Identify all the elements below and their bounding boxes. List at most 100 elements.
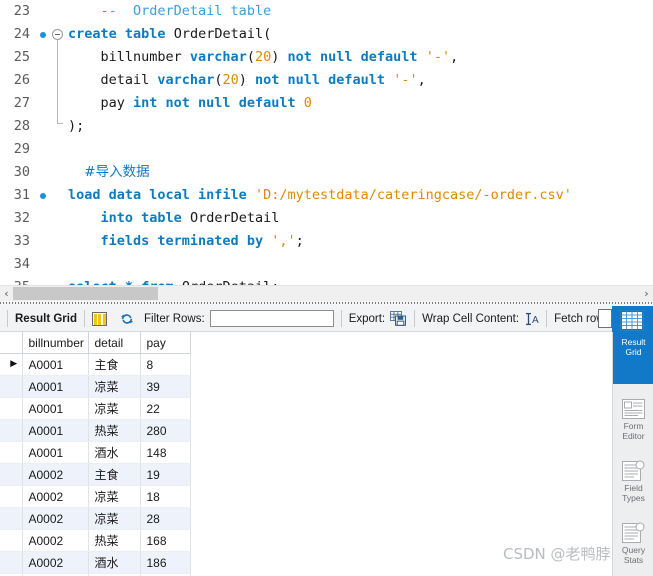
row-selector-cell[interactable] — [0, 507, 23, 530]
code-line[interactable]: 24 create table OrderDetail( — [0, 23, 653, 124]
cell-billnumber[interactable]: A0001 — [22, 441, 89, 464]
table-row[interactable]: A0002 凉菜 28 — [0, 507, 191, 530]
cell-billnumber[interactable]: A0002 — [22, 551, 89, 574]
table-row[interactable]: A0001 酒水 148 — [0, 441, 191, 464]
table-row[interactable]: A0002 热菜 168 — [0, 529, 191, 552]
cell-pay[interactable]: 8 — [140, 353, 191, 376]
row-selector-cell[interactable] — [0, 441, 23, 464]
cell-billnumber[interactable]: A0001 — [22, 375, 89, 398]
column-header-pay[interactable]: pay — [140, 332, 191, 354]
cell-billnumber[interactable]: A0002 — [22, 463, 89, 486]
scrollbar-thumb[interactable] — [13, 287, 158, 300]
row-selector-cell[interactable] — [0, 419, 23, 442]
cell-pay[interactable]: 28 — [140, 507, 191, 530]
code-token: 20 — [254, 49, 272, 65]
cell-detail[interactable]: 酒水 — [88, 441, 141, 464]
code-token: #导入数据 — [84, 164, 150, 180]
cell-billnumber[interactable]: A0001 — [22, 353, 89, 376]
cell-detail[interactable]: 凉菜 — [88, 507, 141, 530]
cell-detail[interactable]: 凉菜 — [88, 485, 141, 508]
cell-billnumber[interactable]: A0001 — [22, 397, 89, 420]
cell-billnumber[interactable]: A0001 — [22, 419, 89, 442]
table-row[interactable]: A0002 主食 19 — [0, 463, 191, 486]
cell-detail[interactable]: 凉菜 — [88, 375, 141, 398]
grid-icon[interactable] — [91, 311, 107, 326]
row-selector-cell[interactable] — [0, 485, 23, 508]
fold-collapse-icon[interactable] — [52, 29, 63, 40]
sql-editor[interactable]: 23 -- OrderDetail table 24 create table Or… — [0, 0, 653, 285]
row-selector-cell[interactable] — [0, 529, 23, 552]
scroll-right-arrow-icon[interactable]: › — [640, 286, 653, 301]
table-row[interactable]: A0001 热菜 280 — [0, 419, 191, 442]
cell-pay[interactable]: 19 — [140, 463, 191, 486]
cell-detail[interactable]: 主食 — [88, 353, 141, 376]
refresh-icon[interactable] — [119, 312, 135, 326]
code-line[interactable]: 25 billnumber varchar(20) not null defau… — [0, 46, 653, 69]
code-token: '-' — [393, 72, 418, 88]
table-row[interactable]: A0002 凉菜 18 — [0, 485, 191, 508]
wrap-text-icon[interactable]: A — [525, 312, 539, 326]
toolbar-divider — [414, 310, 416, 327]
code-line[interactable]: 31 load data local infile 'D:/mytestdata/… — [0, 184, 653, 207]
cell-pay[interactable]: 22 — [140, 397, 191, 420]
sidebar-item-query-stats[interactable]: Query Stats — [613, 508, 653, 570]
table-row[interactable]: A0001 凉菜 22 — [0, 397, 191, 420]
statement-marker-icon[interactable] — [40, 32, 46, 38]
sidebar-item-result-grid[interactable]: Result Grid — [613, 332, 653, 384]
wrap-cell-content-label: Wrap Cell Content: — [422, 312, 520, 325]
result-table: billnumber detail pay ▶ A0001 主食 8 A0001 凉菜 39… — [0, 332, 191, 576]
cell-pay[interactable]: 39 — [140, 375, 191, 398]
cell-detail[interactable]: 主食 — [88, 463, 141, 486]
cell-pay[interactable]: 18 — [140, 485, 191, 508]
row-selector-cell[interactable]: ▶ — [0, 353, 23, 376]
sidebar-item-form-editor[interactable]: Form Editor — [613, 384, 653, 446]
cell-billnumber[interactable]: A0002 — [22, 507, 89, 530]
editor-horizontal-scrollbar[interactable]: ‹ › — [0, 285, 653, 301]
code-line[interactable]: 28); — [0, 115, 653, 138]
code-line[interactable]: 30 #导入数据 — [0, 161, 653, 184]
code-line[interactable]: 34 — [0, 253, 653, 276]
table-row[interactable]: A0001 凉菜 39 — [0, 375, 191, 398]
code-line[interactable]: 27 pay int not null default 0 — [0, 92, 653, 115]
cell-billnumber[interactable]: A0002 — [22, 485, 89, 508]
toolbar-box-frame[interactable] — [598, 309, 612, 328]
code-token: into — [100, 210, 134, 226]
cell-detail[interactable]: 凉菜 — [88, 397, 141, 420]
line-number: 31 — [13, 187, 30, 203]
code-line[interactable]: 23 -- OrderDetail table — [0, 0, 653, 23]
cell-pay[interactable]: 168 — [140, 529, 191, 552]
cell-detail[interactable]: 酒水 — [88, 551, 141, 574]
filter-rows-input[interactable] — [209, 310, 334, 327]
code-line[interactable]: 32 into table OrderDetail — [0, 207, 653, 230]
row-selector-cell[interactable] — [0, 397, 23, 420]
export-save-icon[interactable] — [390, 311, 407, 326]
table-row[interactable]: ▶ A0001 主食 8 — [0, 353, 191, 376]
sidebar-item-field-types[interactable]: Field Types — [613, 446, 653, 508]
result-grid[interactable]: billnumber detail pay ▶ A0001 主食 8 A0001 凉菜 39… — [0, 332, 612, 576]
cell-detail[interactable]: 热菜 — [88, 419, 141, 442]
statement-marker-icon[interactable] — [40, 193, 46, 199]
line-number: 28 — [13, 118, 30, 134]
scroll-left-arrow-icon[interactable]: ‹ — [0, 286, 13, 301]
code-line[interactable]: 29 — [0, 138, 653, 161]
result-grid-tab-icon[interactable] — [612, 306, 653, 332]
query-stats-icon — [613, 522, 653, 544]
cell-pay[interactable]: 280 — [140, 419, 191, 442]
code-token: load data local infile — [68, 187, 247, 203]
row-selector-cell[interactable] — [0, 375, 23, 398]
line-number: 29 — [13, 141, 30, 157]
column-header-detail[interactable]: detail — [88, 332, 141, 354]
row-selector-cell[interactable] — [0, 551, 23, 574]
code-line[interactable]: 35 select * from OrderDetail; — [0, 276, 653, 285]
cell-pay[interactable]: 186 — [140, 551, 191, 574]
cell-billnumber[interactable]: A0002 — [22, 529, 89, 552]
row-selector-cell[interactable] — [0, 463, 23, 486]
table-row[interactable]: A0002 酒水 186 — [0, 551, 191, 574]
column-header-billnumber[interactable]: billnumber — [22, 332, 89, 354]
code-line[interactable]: 26 detail varchar(20) not null default '… — [0, 69, 653, 92]
cell-detail[interactable]: 热菜 — [88, 529, 141, 552]
cell-pay[interactable]: 148 — [140, 441, 191, 464]
code-line[interactable]: 33 fields terminated by ','; — [0, 230, 653, 253]
